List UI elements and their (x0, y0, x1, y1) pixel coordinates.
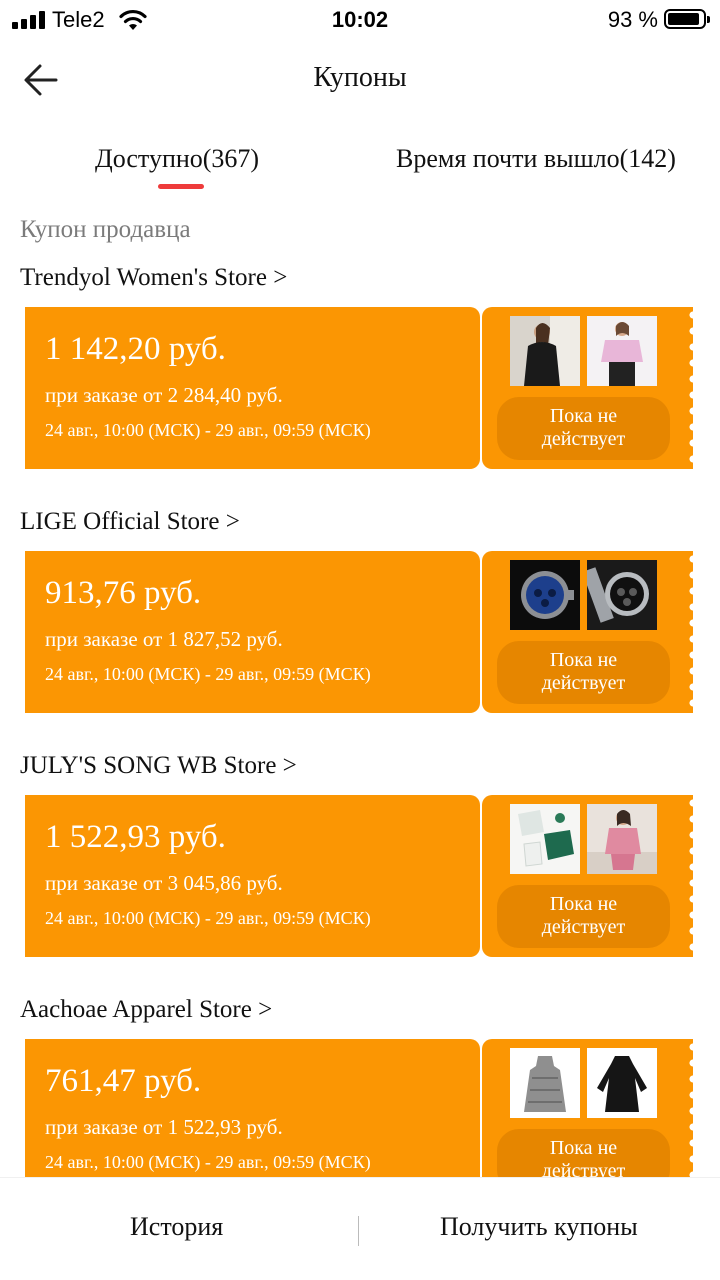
page-title: Купоны (313, 62, 407, 93)
product-thumbnail[interactable] (510, 560, 580, 630)
coupon-side: Пока не действует (482, 551, 693, 713)
coupon-status-button[interactable]: Пока не действует (497, 397, 670, 460)
coupon-amount: 913,76 руб. (45, 575, 202, 611)
coupon-main: 1 142,20 руб. при заказе от 2 284,40 руб… (19, 307, 480, 469)
product-thumbnail[interactable] (587, 316, 657, 386)
coupon-validity: 24 авг., 10:00 (МСК) - 29 авг., 09:59 (М… (45, 908, 371, 928)
coupon-main: 1 522,93 руб. при заказе от 3 045,86 руб… (19, 795, 480, 957)
battery-percent: 93 % (607, 7, 658, 32)
coupon-condition: при заказе от 1 522,93 руб. (45, 1115, 283, 1139)
coupon-validity: 24 авг., 10:00 (МСК) - 29 авг., 09:59 (М… (45, 1152, 371, 1172)
coupon-validity: 24 авг., 10:00 (МСК) - 29 авг., 09:59 (М… (45, 664, 371, 684)
coupon-card: 761,47 руб. при заказе от 1 522,93 руб. … (19, 1039, 693, 1201)
status-line: Пока не (549, 1137, 618, 1159)
coupon-card: 1 522,93 руб. при заказе от 3 045,86 руб… (19, 795, 693, 957)
get-coupons-button[interactable]: Получить купоны (440, 1212, 638, 1242)
coupon-card: 1 142,20 руб. при заказе от 2 284,40 руб… (19, 307, 693, 469)
coupon-main: 761,47 руб. при заказе от 1 522,93 руб. … (19, 1039, 480, 1201)
history-button[interactable]: История (130, 1212, 223, 1242)
coupon-main: 913,76 руб. при заказе от 1 827,52 руб. … (19, 551, 480, 713)
product-thumbnail[interactable] (587, 1048, 657, 1118)
status-bar: Tele2 10:02 93 % (0, 0, 720, 40)
status-line: Пока не (549, 649, 618, 671)
coupon-amount: 1 142,20 руб. (45, 331, 226, 367)
store-link[interactable]: JULY'S SONG WB Store > (20, 752, 297, 780)
status-line: действует (541, 428, 626, 450)
coupon-side: Пока не действует (482, 1039, 693, 1201)
product-thumbnail[interactable] (510, 804, 580, 874)
status-line: Пока не (549, 893, 618, 915)
store-link[interactable]: Trendyol Women's Store > (20, 264, 287, 292)
coupon-condition: при заказе от 1 827,52 руб. (45, 627, 283, 651)
active-tab-indicator (158, 184, 204, 189)
coupon-amount: 1 522,93 руб. (45, 819, 226, 855)
coupon-status-button[interactable]: Пока не действует (497, 641, 670, 704)
divider (358, 1216, 359, 1246)
coupon-condition: при заказе от 2 284,40 руб. (45, 383, 283, 407)
store-link[interactable]: LIGE Official Store > (20, 508, 240, 536)
coupon-condition: при заказе от 3 045,86 руб. (45, 871, 283, 895)
status-line: действует (541, 916, 626, 938)
coupon-amount: 761,47 руб. (45, 1063, 202, 1099)
product-thumbnail[interactable] (510, 1048, 580, 1118)
coupon-status-button[interactable]: Пока не действует (497, 885, 670, 948)
tab-expiring-soon[interactable]: Время почти вышло(142) (396, 144, 676, 174)
coupon-card: 913,76 руб. при заказе от 1 827,52 руб. … (19, 551, 693, 713)
store-link[interactable]: Aachoae Apparel Store > (20, 996, 272, 1024)
section-label: Купон продавца (20, 216, 191, 243)
coupon-side: Пока не действует (482, 307, 693, 469)
status-line: действует (541, 672, 626, 694)
tab-available[interactable]: Доступно(367) (95, 144, 259, 174)
status-line: Пока не (549, 405, 618, 427)
product-thumbnail[interactable] (587, 560, 657, 630)
bottom-action-bar: История Получить купоны (0, 1178, 720, 1280)
battery-icon (664, 9, 710, 29)
product-thumbnail[interactable] (587, 804, 657, 874)
coupon-validity: 24 авг., 10:00 (МСК) - 29 авг., 09:59 (М… (45, 420, 371, 440)
coupon-side: Пока не действует (482, 795, 693, 957)
product-thumbnail[interactable] (510, 316, 580, 386)
